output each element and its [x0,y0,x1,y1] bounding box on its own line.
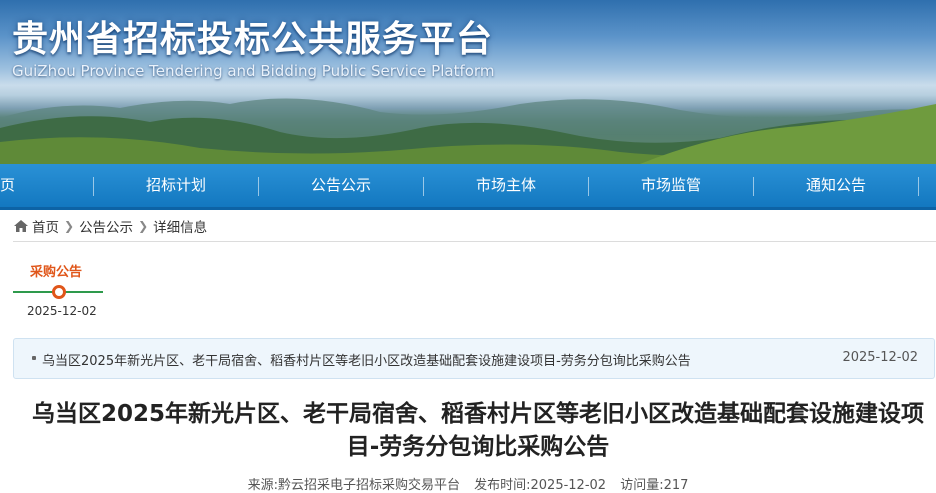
nav-item-home[interactable]: 首页 [0,164,30,207]
chevron-right-icon: ❯ [64,219,75,233]
nav-separator [918,177,919,196]
site-title: 贵州省招标投标公共服务平台 [12,19,494,60]
breadcrumb-current: 详细信息 [153,220,208,236]
nav-item-market-supervision[interactable]: 市场监管 [589,164,753,207]
breadcrumb: 首页 ❯ 公告公示 ❯ 详细信息 [13,216,208,236]
notice-title-link[interactable]: 乌当区2025年新光片区、老干局宿舍、稻香村片区等老旧小区改造基础配套设施建设项… [42,350,691,369]
nav-item-market-entities[interactable]: 市场主体 [424,164,588,207]
timeline-stage-label[interactable]: 采购公告 [30,261,82,280]
main-nav: 首页 招标计划 公告公示 市场主体 市场监管 通知公告 [0,164,936,210]
article-publish-time: 发布时间:2025-12-02 [474,478,607,493]
site-subtitle: GuiZhou Province Tendering and Bidding P… [12,62,495,80]
notice-date: 2025-12-02 [842,350,918,365]
divider [13,241,936,242]
nav-item-bidding-plan[interactable]: 招标计划 [94,164,258,207]
article-title: 乌当区2025年新光片区、老干局宿舍、稻香村片区等老旧小区改造基础配套设施建设项… [31,401,924,460]
nav-item-notices[interactable]: 通知公告 [754,164,918,207]
header-banner: 贵州省招标投标公共服务平台 GuiZhou Province Tendering… [0,0,936,164]
bullet-icon [32,356,36,360]
notice-list-item[interactable]: 乌当区2025年新光片区、老干局宿舍、稻香村片区等老旧小区改造基础配套设施建设项… [13,338,935,379]
nav-item-announcements[interactable]: 公告公示 [259,164,423,207]
chevron-right-icon: ❯ [138,219,149,233]
home-icon [14,220,28,232]
timeline-dot-icon[interactable] [52,285,66,299]
article-meta: 来源:黔云招采电子招标采购交易平台 发布时间:2025-12-02 访问量:21… [0,474,936,493]
breadcrumb-home[interactable]: 首页 [32,216,59,236]
timeline-date: 2025-12-02 [27,304,97,318]
breadcrumb-announcements[interactable]: 公告公示 [79,216,133,236]
article-source: 来源:黔云招采电子招标采购交易平台 [247,478,460,493]
article-views: 访问量:217 [620,478,689,493]
